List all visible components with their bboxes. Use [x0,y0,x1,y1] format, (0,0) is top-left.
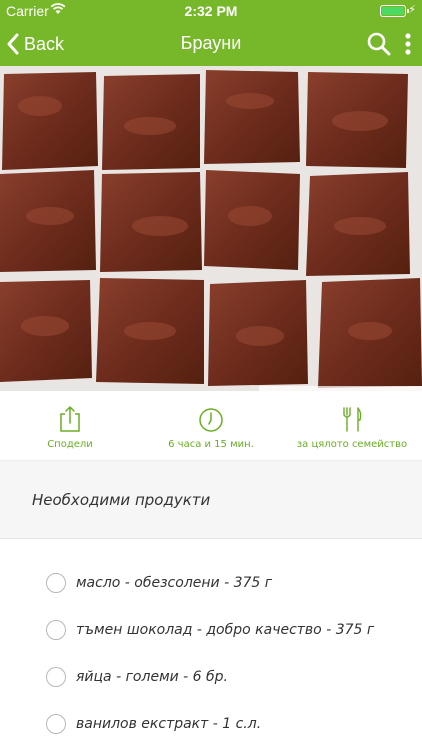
ingredients-list: масло - обезсолени - 375 г тъмен шоколад… [0,540,422,750]
fork-knife-icon [343,407,362,432]
share-icon [60,406,80,432]
page-title: Брауни [180,33,242,53]
ingredient-item[interactable]: яйца - големи - 6 бр. [46,664,228,690]
recipe-photo [0,66,422,391]
ingredient-checkbox[interactable] [46,573,66,593]
clock-icon [199,408,223,432]
more-vertical-icon [405,33,411,55]
ingredient-label: ванилов екстракт - 1 с.л. [76,716,262,732]
charging-icon: ⚡ [408,3,416,16]
ingredient-item[interactable]: масло - обезсолени - 375 г [46,570,272,596]
ingredient-checkbox[interactable] [46,714,66,734]
ingredients-title: Необходими продукти [32,491,211,509]
ingredient-label: масло - обезсолени - 375 г [76,575,273,591]
status-bar: Carrier 2:32 PM ⚡ [0,0,422,22]
navigation-bar: Back Брауни [0,22,422,66]
ingredients-header: Необходими продукти [0,461,422,539]
servings-label: за цялото семейство [296,439,408,450]
time-info: 6 часа и 15 мин. [141,405,281,450]
battery-icon [380,5,409,17]
ingredient-label: тъмен шоколад - добро качество - 375 г [76,622,375,638]
recipe-actions-bar: Сподели 6 часа и 15 мин. за цялото семей… [0,391,422,461]
time-label: 6 часа и 15 мин. [168,439,254,450]
servings-info: за цялото семейство [282,405,422,450]
search-icon [367,32,391,56]
ingredient-item[interactable]: ванилов екстракт - 1 с.л. [46,711,261,737]
status-time: 2:32 PM [184,3,238,19]
ingredient-checkbox[interactable] [46,620,66,640]
share-action[interactable]: Сподели [0,405,140,450]
ingredient-item[interactable]: тъмен шоколад - добро качество - 375 г [46,617,374,643]
ingredient-label: яйца - големи - 6 бр. [76,669,229,685]
more-menu-button[interactable] [404,32,412,56]
search-button[interactable] [366,31,392,57]
top-bar: Carrier 2:32 PM ⚡ Back Брауни [0,0,422,66]
share-action-label: Сподели [47,439,93,450]
ingredient-checkbox[interactable] [46,667,66,687]
